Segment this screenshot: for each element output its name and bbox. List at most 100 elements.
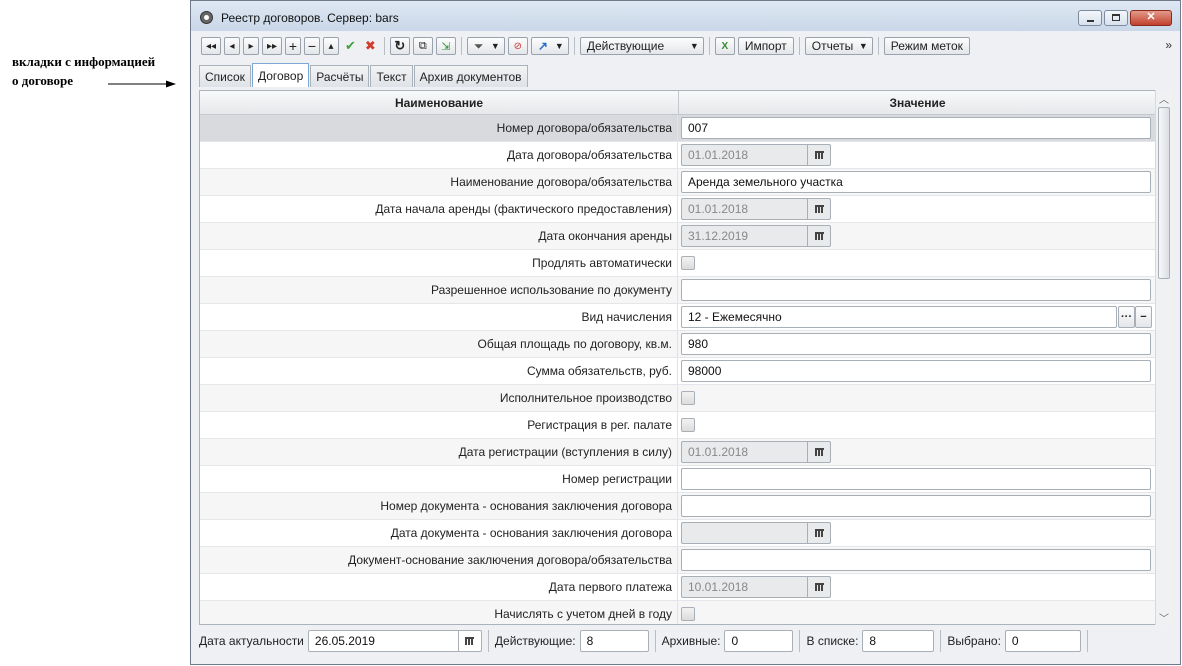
permitted-use-input[interactable]	[681, 279, 1151, 301]
row-label: Дата первого платежа	[200, 574, 678, 600]
tab-list[interactable]: Список	[199, 65, 251, 87]
title-bar: Реестр договоров. Сервер: bars	[191, 1, 1180, 31]
table-row[interactable]: Дата регистрации (вступления в силу) 01.…	[200, 439, 1156, 466]
table-row[interactable]: Дата начала аренды (фактического предост…	[200, 196, 1156, 223]
lease-end-date-input[interactable]: 31.12.2019	[681, 225, 831, 247]
inlist-count-field: 8	[862, 630, 935, 652]
total-area-input[interactable]: 980	[681, 333, 1151, 355]
scroll-thumb[interactable]	[1158, 107, 1170, 279]
table-row[interactable]: Вид начисления 12 - Ежемесячно ··· −	[200, 304, 1156, 331]
status-bar: Дата актуальности 26.05.2019 Действующие…	[199, 627, 1174, 655]
grid-header: Наименование Значение	[200, 91, 1156, 115]
contract-number-input[interactable]: 007	[681, 117, 1151, 139]
days-in-year-checkbox[interactable]	[681, 607, 695, 621]
actuality-date-input[interactable]: 26.05.2019	[307, 630, 482, 652]
auto-renew-checkbox[interactable]	[681, 256, 695, 270]
minimize-button[interactable]	[1078, 10, 1102, 26]
calendar-icon[interactable]	[807, 522, 830, 544]
basis-doc-date-input[interactable]	[681, 522, 831, 544]
table-row[interactable]: Общая площадь по договору, кв.м. 980	[200, 331, 1156, 358]
table-row[interactable]: Номер регистрации	[200, 466, 1156, 493]
goto-dropdown[interactable]: ↗ ▼	[530, 37, 569, 55]
tab-calculations[interactable]: Расчёты	[310, 65, 370, 87]
tab-text[interactable]: Текст	[370, 65, 413, 87]
prev-record-button[interactable]: ◂	[224, 37, 240, 55]
lease-start-date-input[interactable]: 01.01.2018	[681, 198, 831, 220]
last-record-button[interactable]: ▸▸	[262, 37, 282, 55]
table-row[interactable]: Номер документа - основания заключения д…	[200, 493, 1156, 520]
status-select[interactable]: Действующие ▼	[579, 37, 704, 55]
archive-count-label: Архивные:	[661, 634, 721, 648]
mark-mode-button[interactable]: Режим меток	[883, 37, 970, 55]
row-label: Исполнительное производство	[200, 385, 678, 411]
calendar-icon[interactable]	[807, 225, 830, 247]
row-label: Начислять с учетом дней в году	[200, 601, 678, 624]
table-row[interactable]: Документ-основание заключения договора/о…	[200, 547, 1156, 574]
next-record-button[interactable]: ▸	[243, 37, 259, 55]
table-row[interactable]: Разрешенное использование по документу	[200, 277, 1156, 304]
reports-dropdown[interactable]: Отчеты ▼	[804, 37, 873, 55]
table-row[interactable]: Сумма обязательств, руб. 98000	[200, 358, 1156, 385]
table-row[interactable]: Исполнительное производство	[200, 385, 1156, 412]
add-button[interactable]: +	[285, 37, 301, 55]
calendar-icon[interactable]	[807, 441, 830, 463]
close-button[interactable]	[1130, 10, 1172, 26]
calendar-icon[interactable]	[807, 144, 830, 166]
copy-icon[interactable]: ⧉	[412, 37, 433, 55]
tab-documents-archive[interactable]: Архив документов	[413, 65, 528, 87]
registration-number-input[interactable]	[681, 468, 1151, 490]
calendar-icon[interactable]	[807, 576, 830, 598]
table-row[interactable]: Начислять с учетом дней в году	[200, 601, 1156, 624]
scroll-up-icon[interactable]: ︿	[1156, 90, 1172, 106]
annotation-line1: вкладки с информацией	[12, 54, 156, 69]
filter-dropdown[interactable]: ⏷ ▼	[466, 37, 505, 55]
scroll-down-icon[interactable]: ﹀	[1156, 609, 1172, 625]
basis-doc-input[interactable]	[681, 549, 1151, 571]
contract-date-input[interactable]: 01.01.2018	[681, 144, 831, 166]
contract-name-input[interactable]: Аренда земельного участка	[681, 171, 1151, 193]
calendar-icon[interactable]	[807, 198, 830, 220]
import-button[interactable]: Импорт	[737, 37, 794, 55]
basis-doc-number-input[interactable]	[681, 495, 1151, 517]
column-header-value[interactable]: Значение	[679, 91, 1156, 114]
row-label: Разрешенное использование по документу	[200, 277, 678, 303]
table-row[interactable]: Продлять автоматически	[200, 250, 1156, 277]
row-label: Общая площадь по договору, кв.м.	[200, 331, 678, 357]
first-record-button[interactable]: ◂◂	[201, 37, 221, 55]
maximize-button[interactable]	[1104, 10, 1128, 26]
tab-contract[interactable]: Договор	[251, 63, 310, 87]
refresh-icon[interactable]: ↻	[389, 37, 410, 55]
first-payment-date-input[interactable]: 10.01.2018	[681, 576, 831, 598]
table-row[interactable]: Дата первого платежа 10.01.2018	[200, 574, 1156, 601]
table-row[interactable]: Регистрация в рег. палате	[200, 412, 1156, 439]
status-select-value: Действующие	[586, 39, 665, 53]
column-header-name[interactable]: Наименование	[200, 91, 679, 114]
cancel-icon[interactable]: ✖	[362, 37, 379, 55]
table-row[interactable]: Дата договора/обязательства 01.01.2018	[200, 142, 1156, 169]
calendar-icon[interactable]	[457, 630, 481, 652]
vertical-scrollbar[interactable]: ︿ ﹀	[1155, 90, 1172, 625]
active-count-label: Действующие:	[494, 634, 576, 648]
remove-button[interactable]: −	[304, 37, 320, 55]
table-row[interactable]: Дата документа - основания заключения до…	[200, 520, 1156, 547]
table-row[interactable]: Наименование договора/обязательства Арен…	[200, 169, 1156, 196]
row-label: Дата начала аренды (фактического предост…	[200, 196, 678, 222]
obligations-sum-input[interactable]: 98000	[681, 360, 1151, 382]
excel-icon[interactable]: X	[714, 37, 735, 55]
table-row[interactable]: Номер договора/обязательства 007	[200, 115, 1156, 142]
registration-checkbox[interactable]	[681, 418, 695, 432]
ellipsis-button[interactable]: ···	[1118, 306, 1135, 328]
property-grid: Наименование Значение Номер договора/обя…	[199, 90, 1157, 625]
table-row[interactable]: Дата окончания аренды 31.12.2019	[200, 223, 1156, 250]
accrual-type-input[interactable]: 12 - Ежемесячно	[681, 306, 1117, 328]
up-button[interactable]: ▴	[323, 37, 339, 55]
row-label: Номер регистрации	[200, 466, 678, 492]
registration-date-input[interactable]: 01.01.2018	[681, 441, 831, 463]
confirm-icon[interactable]: ✔	[342, 37, 359, 55]
toolbar-overflow-button[interactable]: »	[1165, 38, 1172, 52]
enforcement-checkbox[interactable]	[681, 391, 695, 405]
clear-button[interactable]: −	[1135, 306, 1152, 328]
export-icon[interactable]: ⇲	[435, 37, 456, 55]
row-label: Дата окончания аренды	[200, 223, 678, 249]
clear-filter-icon[interactable]: ⊘	[507, 37, 528, 55]
